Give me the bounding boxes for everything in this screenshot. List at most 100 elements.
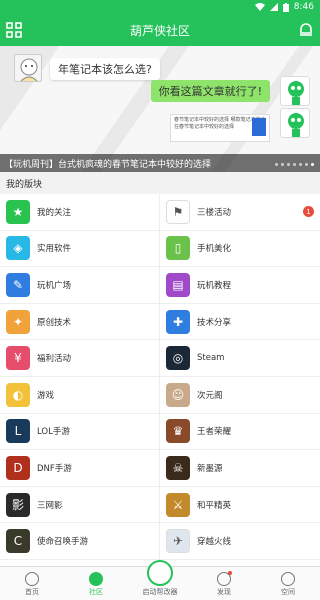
cod-icon: C <box>6 529 30 554</box>
board-item-label: 玩机广场 <box>37 280 72 291</box>
lightbulb-icon: ✦ <box>6 309 30 334</box>
honor-of-kings-icon: ♛ <box>166 419 190 444</box>
carousel-dot[interactable] <box>287 163 290 166</box>
bottom-nav: 首页 社区 启动帮改器 发现 空间 <box>0 560 320 600</box>
carousel-dot[interactable] <box>311 163 314 166</box>
board-item[interactable]: ⚔ 和平精英 <box>160 486 320 524</box>
green-mascot-icon <box>280 108 310 138</box>
battery-icon <box>282 2 289 12</box>
board-item[interactable]: ♛ 王者荣耀 <box>160 413 320 451</box>
carousel-dot[interactable] <box>281 163 284 166</box>
tab-label: 首页 <box>25 588 39 596</box>
board-item[interactable]: ✎ 玩机广场 <box>0 267 160 304</box>
cartoon-avatar-icon <box>14 54 42 82</box>
pubg-icon: ⚔ <box>166 492 190 517</box>
steam-icon: ◎ <box>166 346 190 371</box>
carousel-dot[interactable] <box>299 163 302 166</box>
board-item-label: 技术分享 <box>197 317 232 328</box>
chat-bubble-question: 年笔记本该怎么选? <box>50 58 160 80</box>
money-bag-icon: ¥ <box>6 346 30 371</box>
scan-icon[interactable] <box>6 22 22 38</box>
tab-community[interactable]: 社区 <box>64 572 128 597</box>
board-item[interactable]: ▯ 手机美化 <box>160 230 320 268</box>
board-item-label: 三网影 <box>37 500 63 511</box>
board-item-label: 次元阁 <box>197 390 223 401</box>
carousel-dot[interactable] <box>293 163 296 166</box>
flag-icon: ⚑ <box>166 199 190 224</box>
tab-label: 社区 <box>89 588 103 596</box>
status-bar: 8:46 <box>0 0 320 14</box>
tab-label: 空间 <box>281 588 295 596</box>
tab-home[interactable]: 首页 <box>0 572 64 597</box>
cube-icon: ◈ <box>6 236 30 261</box>
one-piece-icon: ☠ <box>166 455 190 480</box>
wifi-icon <box>254 3 265 11</box>
notification-badge: 1 <box>303 206 314 217</box>
board-item-label: 原创技术 <box>37 317 72 328</box>
board-item[interactable]: ✈ 穿越火线 <box>160 523 320 560</box>
movie-icon: 影 <box>6 492 30 517</box>
board-item[interactable]: ◎ Steam <box>160 340 320 377</box>
board-item[interactable]: ✦ 原创技术 <box>0 303 160 341</box>
board-item-label: 和平精英 <box>197 500 232 511</box>
tab-profile[interactable]: 空间 <box>256 572 320 597</box>
board-item-label: 玩机教程 <box>197 280 232 291</box>
article-thumbnail <box>252 118 266 136</box>
board-item-label: 福利活动 <box>37 354 72 365</box>
tab-label: 启动帮改器 <box>142 588 178 596</box>
board-item-label: LOL手游 <box>37 427 70 438</box>
dnf-icon: D <box>6 455 30 480</box>
board-item[interactable]: ▤ 玩机教程 <box>160 267 320 304</box>
board-item[interactable]: ◈ 实用软件 <box>0 230 160 268</box>
board-item-label: DNF手游 <box>37 463 72 474</box>
carousel-dots[interactable] <box>275 163 314 166</box>
board-item[interactable]: C 使命召唤手游 <box>0 523 160 560</box>
message-bell-icon[interactable] <box>298 22 314 38</box>
board-item[interactable]: ☺ 次元阁 <box>160 376 320 414</box>
board-item[interactable]: L LOL手游 <box>0 413 160 451</box>
board-item[interactable]: ★ 我的关注 <box>0 194 160 231</box>
board-item-label: 王者荣耀 <box>197 427 232 438</box>
wrench-icon: ✚ <box>166 309 190 334</box>
anime-avatar-icon: ☺ <box>166 382 190 407</box>
book-icon: ▤ <box>166 272 190 297</box>
promo-banner[interactable]: 年笔记本该怎么选? 你看这篇文章就行了! 春节笔记本中较好的选择 哪款笔记本你会… <box>0 46 320 172</box>
article-preview-card: 春节笔记本中较好的选择 哪款笔记本你会在春节笔记本中较好的选择 <box>170 114 270 142</box>
green-mascot-icon <box>280 76 310 106</box>
board-item-label: Steam <box>197 353 225 364</box>
launcher-icon <box>147 560 173 586</box>
board-item[interactable]: ✚ 技术分享 <box>160 303 320 341</box>
community-icon <box>89 572 103 586</box>
star-icon: ★ <box>6 199 30 224</box>
board-item[interactable]: ⚑ 三楼活动 1 <box>160 194 320 231</box>
board-item[interactable]: ☠ 新墨源 <box>160 450 320 487</box>
board-item[interactable]: ◐ 游戏 <box>0 376 160 414</box>
phone-icon: ▯ <box>166 236 190 261</box>
tab-label: 发现 <box>217 588 231 596</box>
board-item-label: 三楼活动 <box>197 207 232 218</box>
home-icon <box>25 572 39 586</box>
profile-icon <box>281 572 295 586</box>
carousel-dot[interactable] <box>275 163 278 166</box>
chat-bubble-answer: 你看这篇文章就行了! <box>150 80 270 102</box>
section-title-text: 我的版块 <box>6 179 43 190</box>
board-item-label: 新墨源 <box>197 463 223 474</box>
tab-launcher[interactable]: 启动帮改器 <box>128 560 192 597</box>
lol-icon: L <box>6 419 30 444</box>
app-header: 葫芦侠社区 <box>0 14 320 46</box>
status-time: 8:46 <box>293 2 314 12</box>
notification-dot <box>228 571 232 575</box>
banner-caption: 【玩机周刊】台式机疯魂的春节笔记本中较好的选择 <box>0 154 320 172</box>
board-grid: ★ 我的关注 ⚑ 三楼活动 1 ◈ 实用软件 ▯ 手机美化 ✎ 玩机广场 ▤ 玩机教程 ✦ 原创技术 ✚ 技术分… <box>0 194 320 560</box>
carousel-dot[interactable] <box>305 163 308 166</box>
board-item[interactable]: ¥ 福利活动 <box>0 340 160 377</box>
board-item-label: 使命召唤手游 <box>37 537 89 548</box>
board-item-label: 我的关注 <box>37 207 72 218</box>
crossfire-icon: ✈ <box>166 529 190 554</box>
board-item-label: 手机美化 <box>197 244 232 255</box>
tab-discover[interactable]: 发现 <box>192 571 256 597</box>
board-item[interactable]: 影三网影 <box>0 486 160 524</box>
section-title: 我的版块 <box>0 172 320 194</box>
board-item-label: 实用软件 <box>37 244 72 255</box>
board-item[interactable]: D DNF手游 <box>0 450 160 487</box>
